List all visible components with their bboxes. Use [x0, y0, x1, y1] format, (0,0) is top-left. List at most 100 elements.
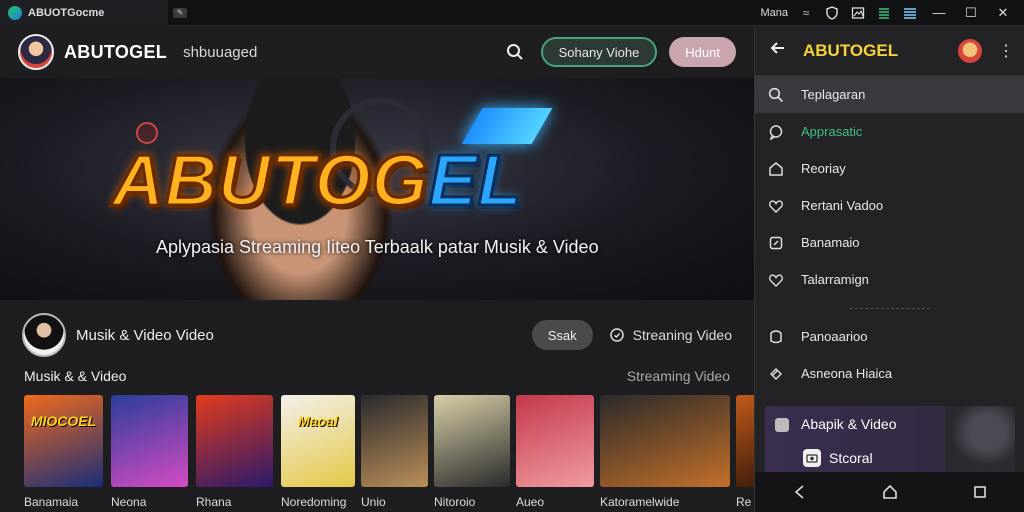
camera-icon: [803, 449, 821, 467]
hero-banner[interactable]: ABUTOGEL Aplypasia Streaming Iiteo Terba…: [0, 78, 754, 300]
clock-icon: [609, 328, 624, 342]
panel-menu-item-1[interactable]: Apprasatic: [755, 113, 1024, 150]
primary-pill-button[interactable]: Sohany Viohe: [540, 37, 658, 67]
browser-tab[interactable]: ABUOTGocme: [0, 0, 168, 26]
streaming-link-label: Streaning Video: [632, 327, 732, 343]
thumbnail-image: [111, 395, 188, 487]
thumbnail-label: Neona: [111, 495, 147, 509]
row-header: Musik & & Video Streaming Video: [24, 368, 730, 384]
card-title: Abapik & Video: [801, 416, 897, 432]
menu-item-label: Reoriay: [801, 161, 846, 176]
main-content: ABUTOGEL shbuuaged Sohany Viohe Hdunt AB…: [0, 26, 754, 512]
menu-item-label: Apprasatic: [801, 124, 863, 139]
panel-menu-item-4[interactable]: Banamaio: [755, 224, 1024, 261]
side-panel: ABUTOGEL ⋮ Teplagaran Apprasatic Reoriay Re…: [754, 26, 1024, 512]
thumbnail-card[interactable]: [196, 395, 273, 487]
panel-avatar[interactable]: [958, 38, 982, 63]
titlebar-text: Mana: [760, 6, 788, 19]
panel-menu-item-2[interactable]: Reoriay: [755, 150, 1024, 187]
hero-title-part1: ABUTOG: [111, 140, 430, 223]
card-icon: [775, 418, 789, 432]
thumbnail-label: Banamaia: [24, 495, 79, 509]
thumbnail-label: Noredoming: [281, 495, 347, 509]
close-icon[interactable]: ✕: [992, 5, 1014, 21]
card-chip-label: Stcoral: [829, 450, 873, 466]
blue-slash-graphic: [461, 108, 553, 144]
panel-menu-item-3[interactable]: Rertani Vadoo: [755, 187, 1024, 224]
thumbnail-card[interactable]: [111, 395, 188, 487]
panel-menu-secondary: Panoaarioo Asneona Hiaica: [755, 318, 1024, 392]
thumbnail-label: Nitoroio: [434, 495, 476, 509]
thumbnail-image: MIOCOEL: [24, 395, 103, 487]
thumbnail-image: Maoal: [281, 395, 355, 487]
brand-avatar[interactable]: [18, 34, 54, 70]
thumbnail-caption: MIOCOEL: [30, 413, 97, 429]
section-title: Musik & Video Video: [76, 326, 214, 344]
search-icon: [767, 86, 785, 104]
search-icon[interactable]: [501, 38, 529, 66]
panel-menu2-item-1[interactable]: Asneona Hiaica: [755, 355, 1024, 392]
header-actions: Sohany Viohe Hdunt: [501, 37, 736, 67]
back-icon[interactable]: [788, 480, 812, 504]
thumbnail-image: [516, 395, 594, 487]
list-icon[interactable]: [876, 5, 892, 21]
list-icon-2[interactable]: [902, 5, 918, 21]
window-titlebar: ABUOTGocme ✎ Mana ≈ — ☐ ✕: [0, 0, 1024, 26]
maximize-icon[interactable]: ☐: [960, 5, 982, 21]
menu-item-label: Rertani Vadoo: [801, 198, 884, 213]
app-header: ABUTOGEL shbuuaged Sohany Viohe Hdunt: [0, 26, 754, 78]
app-logo-icon: [8, 5, 22, 20]
thumbnail-image: [434, 395, 510, 487]
more-vert-icon[interactable]: ⋮: [998, 41, 1014, 61]
card-chip[interactable]: Stcoral: [803, 449, 873, 467]
panel-header: ABUTOGEL ⋮: [755, 26, 1024, 76]
link-icon: [767, 365, 785, 383]
thumbnail-label: Katoramelwide: [600, 495, 680, 509]
thumbnail-caption: Maoal: [298, 413, 338, 429]
image-icon[interactable]: [850, 5, 866, 21]
row-right-label[interactable]: Streaming Video: [627, 368, 730, 384]
thumbnail-image: [736, 395, 754, 487]
square-nav-icon[interactable]: [968, 480, 992, 504]
tab-title: ABUOTGocme: [28, 6, 105, 19]
hero-subtitle: Aplypasia Streaming Iiteo Terbaalk patar…: [156, 237, 599, 257]
brand-name[interactable]: ABUTOGEL: [64, 42, 167, 63]
secondary-pill-button[interactable]: Hdunt: [669, 37, 736, 67]
thumbnail-card[interactable]: MIOCOEL: [24, 395, 103, 487]
section-header: Musik & Video Video Ssak Streaning Video: [0, 312, 754, 358]
system-navbar: [755, 472, 1024, 512]
thumbnail-label: Aueo: [516, 495, 545, 509]
hero-title-part2: EL: [427, 140, 523, 223]
chat-icon: [767, 123, 785, 141]
thumbnail-card[interactable]: [434, 395, 510, 487]
home-nav-icon[interactable]: [878, 480, 902, 504]
thumbnail-image: [196, 395, 273, 487]
panel-title: ABUTOGEL: [803, 40, 899, 60]
bubble-icon: [767, 328, 785, 346]
panel-menu: Teplagaran Apprasatic Reoriay Rertani Vadoo…: [755, 76, 1024, 298]
thumbnail-card[interactable]: [600, 395, 730, 487]
menu-divider: [755, 298, 1024, 318]
thumbnail-label: Re: [736, 495, 752, 509]
shield-icon[interactable]: [824, 5, 840, 21]
minimize-icon[interactable]: —: [928, 5, 950, 20]
heart-icon-2: [767, 271, 785, 289]
thumbnail-card[interactable]: Maoal: [281, 395, 355, 487]
thumbnail-card[interactable]: [736, 395, 754, 487]
thumbnail-card[interactable]: [516, 395, 594, 487]
brand-subtitle: shbuuaged: [183, 43, 258, 61]
secondary-tab[interactable]: ✎: [168, 0, 192, 26]
panel-menu-item-0[interactable]: Teplagaran: [755, 76, 1024, 113]
section-button[interactable]: Ssak: [531, 320, 593, 350]
section-avatar[interactable]: [22, 313, 66, 357]
panel-menu2-item-0[interactable]: Panoaarioo: [755, 318, 1024, 355]
panel-menu-item-5[interactable]: Talarramign: [755, 261, 1024, 298]
home-icon: [767, 160, 785, 178]
now-playing-card[interactable]: Abapik & Video Stcoral: [765, 406, 1015, 472]
approx-icon[interactable]: ≈: [798, 5, 814, 21]
menu-item-label: Banamaio: [801, 235, 860, 250]
thumbnail-card[interactable]: [361, 395, 428, 487]
streaming-link[interactable]: Streaning Video: [609, 327, 732, 343]
card-image: [945, 406, 1015, 472]
back-arrow-icon[interactable]: [769, 39, 787, 62]
